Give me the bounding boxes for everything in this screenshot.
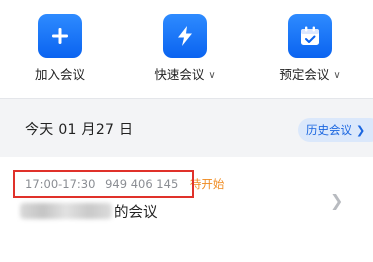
meeting-title: 的会议	[20, 201, 158, 222]
chevron-down-icon[interactable]: ∨	[208, 70, 215, 81]
meeting-status: 待开始	[189, 177, 225, 191]
meeting-id: 949 406 145	[105, 177, 179, 191]
meeting-time: 17:00-17:30	[25, 177, 96, 191]
schedule-meeting-label: 预定会议	[279, 67, 330, 82]
lightning-icon	[163, 14, 207, 58]
redacted-text	[20, 203, 112, 219]
today-date: 今天 01 月27 日	[25, 122, 134, 138]
chevron-down-icon[interactable]: ∨	[333, 70, 340, 81]
schedule-meeting-button[interactable]: 预定会议 ∨	[265, 14, 355, 84]
meeting-list-item[interactable]: 17:00-17:30 949 406 145 待开始 的会议 ❯	[0, 157, 373, 262]
quick-meeting-button[interactable]: 快速会议 ∨	[140, 14, 230, 84]
date-bar: 今天 01 月27 日 历史会议 ❯	[0, 99, 373, 157]
quick-actions-bar: 加入会议 快速会议 ∨ 预定会议 ∨	[0, 0, 373, 98]
chevron-right-icon: ❯	[330, 191, 344, 210]
quick-meeting-label: 快速会议	[154, 67, 205, 82]
plus-icon	[38, 14, 82, 58]
calendar-icon	[288, 14, 332, 58]
join-meeting-label: 加入会议	[34, 67, 85, 82]
join-meeting-button[interactable]: 加入会议	[15, 14, 105, 84]
history-meetings-button[interactable]: 历史会议 ❯	[298, 118, 373, 142]
chevron-right-icon: ❯	[356, 123, 366, 137]
history-meetings-label: 历史会议	[306, 123, 352, 137]
meeting-title-text: 的会议	[114, 205, 158, 221]
meeting-meta: 17:00-17:30 949 406 145 待开始	[25, 176, 224, 192]
